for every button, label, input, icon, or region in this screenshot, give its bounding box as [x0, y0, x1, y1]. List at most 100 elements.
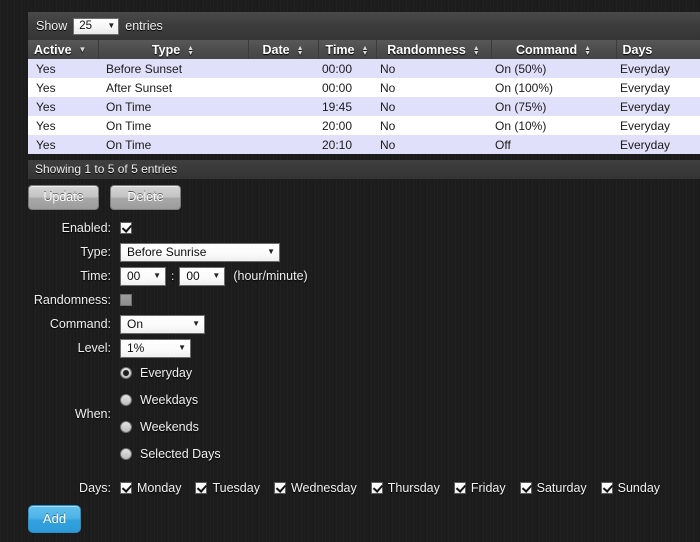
- cell-type: Before Sunset: [98, 59, 248, 78]
- column-header-command[interactable]: Command ▲ ▼: [491, 40, 617, 59]
- day-monday-checkbox[interactable]: [120, 482, 132, 494]
- field-enabled: Enabled:: [0, 218, 700, 238]
- when-option-weekdays[interactable]: Weekdays: [120, 393, 221, 407]
- cell-randomness: No: [376, 116, 491, 135]
- cell-type: After Sunset: [98, 78, 248, 97]
- entries-per-page-select[interactable]: 25 ▼: [73, 17, 120, 35]
- time-hour-value: 00: [127, 268, 141, 283]
- enabled-checkbox[interactable]: [120, 222, 132, 234]
- table-row[interactable]: Yes On Time 20:00 No On (10%) Everyday: [28, 116, 700, 135]
- field-level: Level: 1% ▼: [0, 338, 700, 358]
- when-option-everyday[interactable]: Everyday: [120, 366, 221, 380]
- radio-selected-days-icon: [120, 448, 132, 460]
- chevron-down-icon: ▼: [192, 319, 200, 328]
- when-label: When:: [74, 406, 111, 421]
- show-entries-suffix: entries: [125, 19, 163, 33]
- column-header-time-label: Time: [325, 42, 355, 57]
- day-wednesday-label: Wednesday: [290, 481, 357, 495]
- cell-days: Everyday: [616, 78, 700, 97]
- day-sunday-label: Sunday: [617, 481, 661, 495]
- sort-desc-icon: ▼: [78, 44, 87, 54]
- type-select-value: Before Sunrise: [127, 244, 207, 259]
- cell-command: On (10%): [491, 116, 616, 135]
- when-option-weekdays-label: Weekdays: [140, 393, 199, 407]
- time-minute-select[interactable]: 00 ▼: [179, 266, 226, 286]
- randomness-label: Randomness:: [33, 293, 111, 307]
- column-header-time[interactable]: Time ▲ ▼: [318, 40, 377, 59]
- chevron-down-icon: ▼: [267, 247, 275, 256]
- table-row[interactable]: Yes On Time 19:45 No On (75%) Everyday: [28, 97, 700, 116]
- day-sunday[interactable]: Sunday: [600, 481, 661, 495]
- cell-time: 00:00: [318, 59, 376, 78]
- day-wednesday[interactable]: Wednesday: [273, 481, 357, 495]
- cell-active: Yes: [28, 97, 98, 116]
- cell-command: On (50%): [491, 59, 616, 78]
- randomness-checkbox[interactable]: [120, 294, 132, 306]
- column-header-date[interactable]: Date ▲ ▼: [248, 40, 319, 59]
- time-minute-value: 00: [186, 268, 200, 283]
- time-separator: :: [171, 269, 175, 283]
- field-type: Type: Before Sunrise ▼: [0, 242, 700, 262]
- day-monday[interactable]: Monday: [120, 481, 181, 495]
- day-tuesday[interactable]: Tuesday: [195, 481, 260, 495]
- day-saturday-checkbox[interactable]: [519, 482, 532, 494]
- table-row[interactable]: Yes Before Sunset 00:00 No On (50%) Ever…: [28, 59, 700, 78]
- update-button[interactable]: Update: [28, 185, 99, 210]
- cell-date: [248, 78, 318, 97]
- cell-active: Yes: [28, 116, 98, 135]
- level-select[interactable]: 1% ▼: [120, 338, 191, 358]
- sort-both-icon: ▲ ▼: [584, 44, 592, 57]
- day-thursday-checkbox[interactable]: [370, 482, 383, 494]
- table-row[interactable]: Yes On Time 20:10 No Off Everyday: [28, 135, 700, 154]
- sort-both-icon: ▲ ▼: [296, 44, 304, 57]
- level-select-value: 1%: [127, 340, 145, 355]
- days-label: Days:: [79, 481, 111, 495]
- cell-command: Off: [491, 135, 616, 154]
- sort-both-icon: ▲ ▼: [472, 44, 480, 57]
- when-option-selected-days-label: Selected Days: [140, 447, 221, 461]
- level-label: Level:: [77, 341, 111, 355]
- column-header-days[interactable]: Days: [616, 40, 700, 59]
- schedules-table: Active ▼ Type ▲ ▼ Date ▲ ▼ Time ▲ ▼ Rand…: [28, 40, 700, 154]
- column-header-type-label: Type: [151, 42, 181, 57]
- when-option-weekends[interactable]: Weekends: [120, 420, 221, 434]
- cell-type: On Time: [98, 135, 248, 154]
- day-thursday-label: Thursday: [387, 481, 440, 495]
- day-tuesday-checkbox[interactable]: [195, 482, 208, 494]
- table-body: Yes Before Sunset 00:00 No On (50%) Ever…: [28, 59, 700, 154]
- day-saturday[interactable]: Saturday: [519, 481, 587, 495]
- radio-everyday-icon: [120, 367, 132, 379]
- column-header-date-label: Date: [262, 42, 290, 57]
- chevron-down-icon: ▼: [212, 271, 221, 280]
- day-friday-checkbox[interactable]: [453, 482, 466, 494]
- type-select[interactable]: Before Sunrise ▼: [120, 242, 280, 262]
- day-wednesday-checkbox[interactable]: [273, 482, 286, 494]
- column-header-command-label: Command: [515, 42, 578, 57]
- column-header-type[interactable]: Type ▲ ▼: [98, 40, 249, 59]
- when-option-selected-days[interactable]: Selected Days: [120, 447, 221, 461]
- table-header-row: Active ▼ Type ▲ ▼ Date ▲ ▼ Time ▲ ▼ Rand…: [28, 40, 700, 59]
- column-header-active-label: Active: [34, 42, 72, 57]
- field-command: Command: On ▼: [0, 314, 700, 334]
- delete-button[interactable]: Delete: [110, 185, 181, 210]
- column-header-active[interactable]: Active ▼: [28, 40, 99, 59]
- cell-randomness: No: [376, 97, 491, 116]
- sort-both-icon: ▲ ▼: [187, 44, 195, 57]
- column-header-randomness[interactable]: Randomness ▲ ▼: [376, 40, 492, 59]
- when-option-weekends-label: Weekends: [140, 420, 199, 434]
- cell-date: [248, 97, 318, 116]
- cell-days: Everyday: [616, 135, 700, 154]
- schedule-form: Enabled: Type: Before Sunrise ▼ Time: 00…: [0, 218, 700, 495]
- day-saturday-label: Saturday: [536, 481, 587, 495]
- command-select[interactable]: On ▼: [120, 314, 205, 334]
- table-row[interactable]: Yes After Sunset 00:00 No On (100%) Ever…: [28, 78, 700, 97]
- command-label: Command:: [49, 317, 111, 331]
- add-button[interactable]: Add: [28, 505, 81, 533]
- day-thursday[interactable]: Thursday: [370, 481, 440, 495]
- cell-randomness: No: [376, 78, 491, 97]
- day-friday[interactable]: Friday: [453, 481, 506, 495]
- field-time: Time: 00 ▼ : 00 ▼ (hour/minute): [0, 266, 700, 286]
- day-sunday-checkbox[interactable]: [600, 482, 613, 494]
- time-label: Time:: [80, 269, 111, 283]
- time-hour-select[interactable]: 00 ▼: [120, 266, 166, 286]
